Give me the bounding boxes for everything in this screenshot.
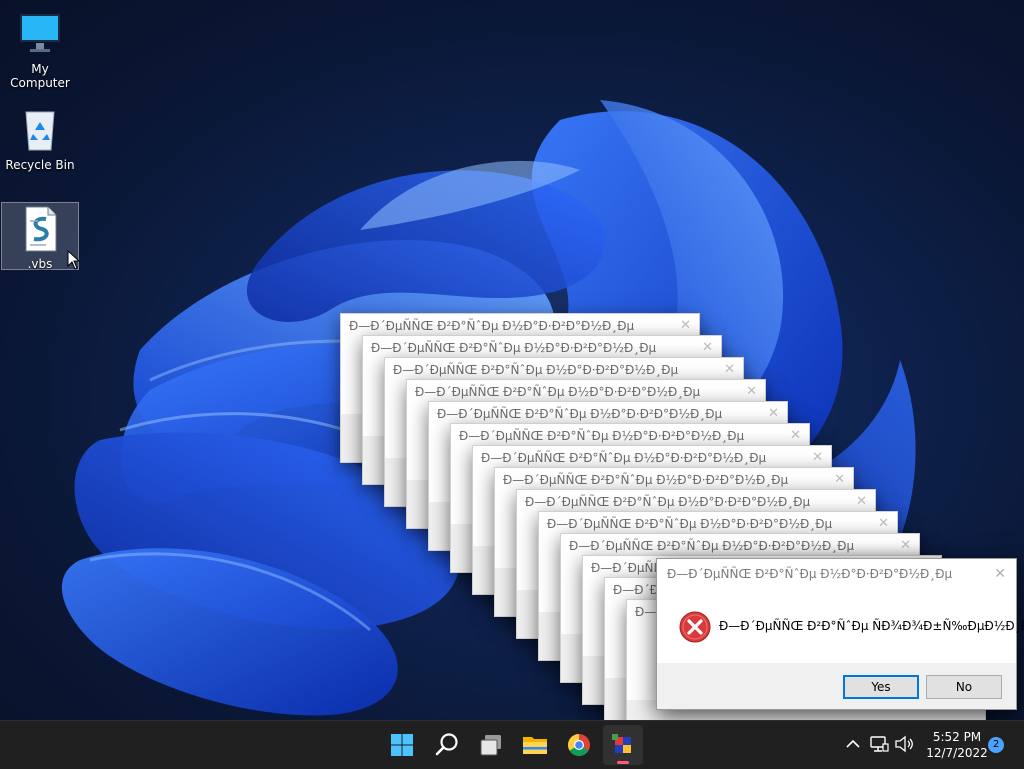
chrome-button[interactable] <box>559 725 599 765</box>
task-view-button[interactable] <box>471 725 511 765</box>
active-window-indicator <box>617 761 629 764</box>
error-icon <box>679 611 711 643</box>
chevron-up-icon[interactable] <box>842 733 864 755</box>
clock[interactable]: 5:52 PM 12/7/2022 <box>920 729 994 761</box>
message-box-title: Ð—Ð´ÐµÑÑŒ Ð²Ð°ÑˆÐµ Ð½Ð°Ð·Ð²Ð°Ð½Ð¸Ðµ <box>503 473 789 487</box>
monitor-icon <box>16 10 64 58</box>
message-box-title: Ð—Ð´ÐµÑÑŒ Ð²Ð°ÑˆÐµ Ð½Ð°Ð·Ð²Ð°Ð½Ð¸Ðµ <box>415 385 701 399</box>
start-button[interactable] <box>382 725 422 765</box>
message-box-footer: Yes No <box>657 663 1016 709</box>
message-box-title: Ð—Ð´ÐµÑÑŒ Ð²Ð°ÑˆÐµ Ð½Ð°Ð·Ð²Ð°Ð½Ð¸Ðµ <box>371 341 657 355</box>
script-host-button[interactable] <box>603 725 643 765</box>
recycle-bin-shortcut[interactable]: Recycle Bin <box>2 106 78 172</box>
file-explorer-button[interactable] <box>515 725 555 765</box>
recycle-bin-label: Recycle Bin <box>5 158 75 172</box>
my-computer-label: My Computer <box>10 62 70 90</box>
yes-button[interactable]: Yes <box>843 675 919 699</box>
task-view-icon <box>480 735 501 756</box>
notification-badge[interactable]: 2 <box>988 737 1004 753</box>
message-box-title: Ð—Ð´ÐµÑÑŒ Ð²Ð°ÑˆÐµ Ð½Ð°Ð·Ð²Ð°Ð½Ð¸Ðµ <box>547 517 833 531</box>
message-box-title: Ð—Ð´ÐµÑÑŒ Ð²Ð°ÑˆÐµ Ð½Ð°Ð·Ð²Ð°Ð½Ð¸Ðµ <box>393 363 679 377</box>
message-box-title: Ð—Ð´ÐµÑÑŒ Ð²Ð°ÑˆÐµ Ð½Ð°Ð·Ð²Ð°Ð½Ð¸Ðµ <box>437 407 723 421</box>
close-icon[interactable]: ✕ <box>994 559 1006 589</box>
error-message-box[interactable]: Ð—Ð´ÐµÑÑŒ Ð²Ð°ÑˆÐµ Ð½Ð°Ð·Ð²Ð°Ð½Ð¸Ðµ ✕ Ð—… <box>656 558 1024 710</box>
message-box-title: Ð—Ð´ÐµÑÑŒ Ð²Ð°ÑˆÐµ Ð½Ð°Ð·Ð²Ð°Ð½Ð¸Ðµ <box>481 451 767 465</box>
message-box-title: Ð—Ð´ÐµÑÑŒ Ð²Ð°ÑˆÐµ Ð½Ð°Ð·Ð²Ð°Ð½Ð¸Ðµ <box>569 539 855 553</box>
search-button[interactable] <box>427 725 467 765</box>
message-box-title: Ð—Ð´ÐµÑÑŒ Ð²Ð°ÑˆÐµ Ð½Ð°Ð·Ð²Ð°Ð½Ð¸Ðµ <box>349 319 635 333</box>
my-computer-shortcut[interactable]: My Computer <box>2 10 78 90</box>
recycle-bin-icon <box>16 106 64 154</box>
message-box-title: Ð—Ð´ÐµÑÑŒ Ð²Ð°ÑˆÐµ Ð½Ð°Ð·Ð²Ð°Ð½Ð¸Ðµ <box>667 567 953 581</box>
script-file-icon <box>16 205 64 253</box>
message-box-title: Ð—Ð´ÐµÑÑŒ Ð²Ð°ÑˆÐµ Ð½Ð°Ð·Ð²Ð°Ð½Ð¸Ðµ <box>525 495 811 509</box>
message-box-title: Ð—Ð´ÐµÑÑŒ Ð²Ð°ÑˆÐµ Ð½Ð°Ð·Ð²Ð°Ð½Ð¸Ðµ <box>459 429 745 443</box>
folder-icon <box>523 737 547 754</box>
taskbar: 5:52 PM 12/7/2022 2 <box>0 720 1024 769</box>
clock-time: 5:52 PM <box>932 730 982 744</box>
windows-logo-icon <box>391 734 413 756</box>
network-icon[interactable] <box>868 733 890 755</box>
message-box-titlebar[interactable]: Ð—Ð´ÐµÑÑŒ Ð²Ð°ÑˆÐµ Ð½Ð°Ð·Ð²Ð°Ð½Ð¸Ðµ ✕ <box>657 559 1016 589</box>
script-host-icon <box>612 734 631 753</box>
volume-icon[interactable] <box>893 733 915 755</box>
message-box-text: Ð—Ð´ÐµÑÑŒ Ð²Ð°ÑˆÐµ ÑÐ¾Ð¾Ð±Ñ‰ÐµÐ½Ð¸Ðµ <box>719 619 1024 633</box>
clock-date: 12/7/2022 <box>926 746 988 760</box>
mouse-cursor-icon <box>67 250 81 270</box>
no-button[interactable]: No <box>926 675 1002 699</box>
desktop: My Computer Recycle Bin .vbs Ð—Ð´ÐµÑÑŒ Ð <box>0 0 1024 720</box>
search-icon <box>435 733 458 756</box>
message-box-content: Ð—Ð´ÐµÑÑŒ Ð²Ð°ÑˆÐµ ÑÐ¾Ð¾Ð±Ñ‰ÐµÐ½Ð¸Ðµ <box>657 589 1024 663</box>
chrome-icon <box>568 734 590 756</box>
